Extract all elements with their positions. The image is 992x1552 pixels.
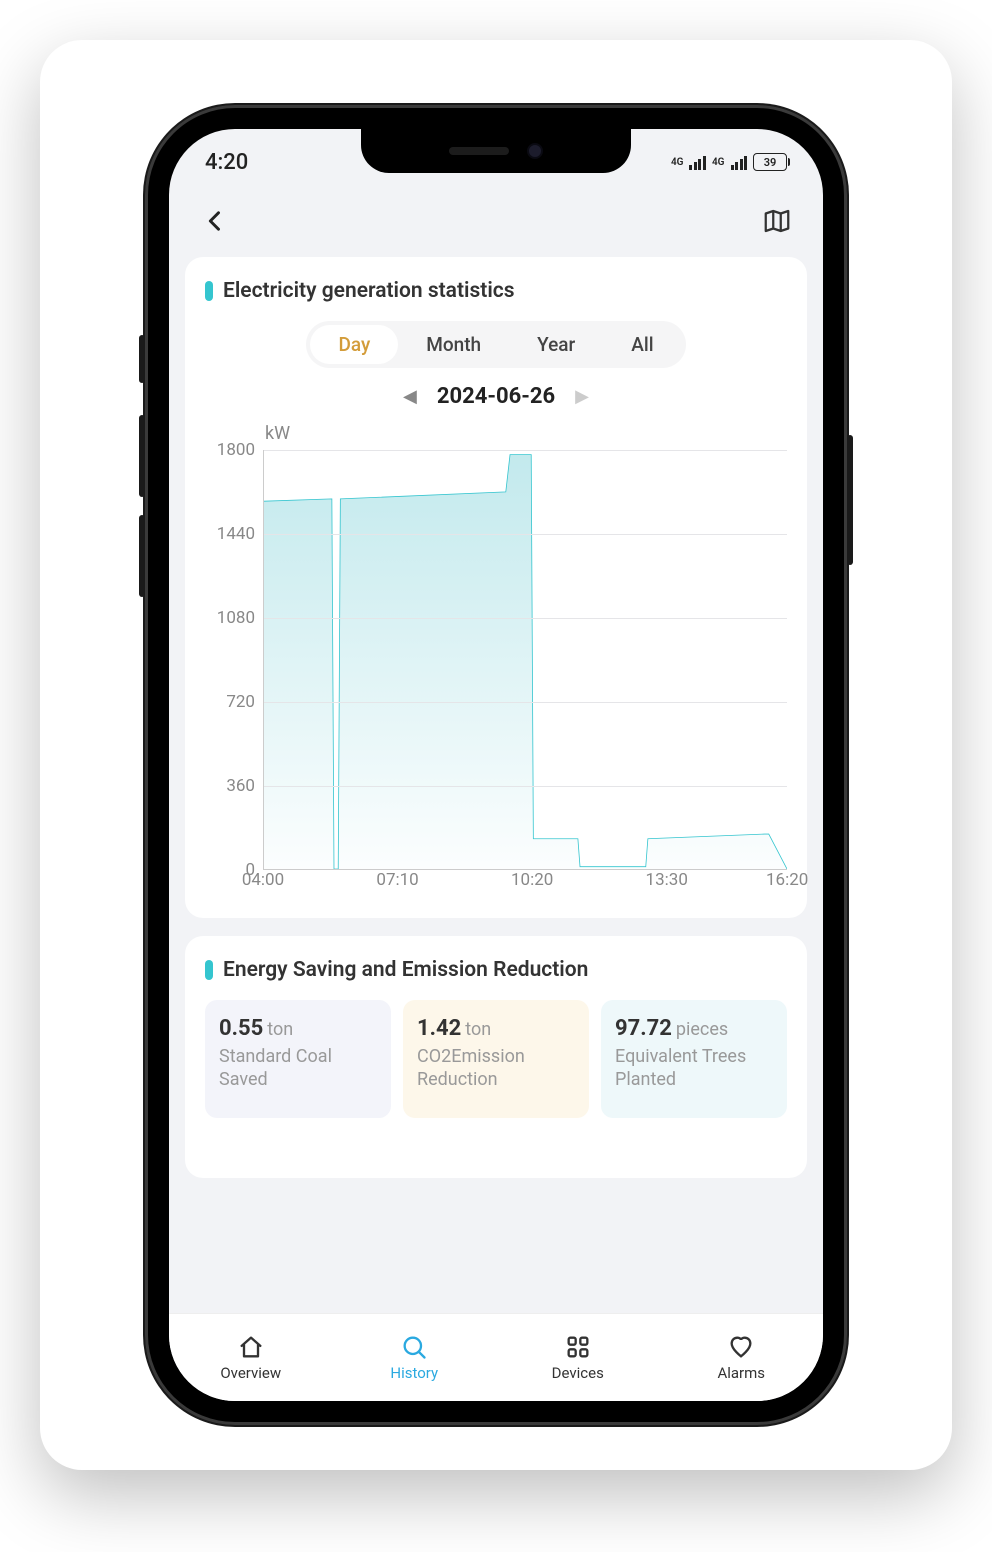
phone-screen: 4:20 4G 4G 39 bbox=[169, 129, 823, 1401]
grid-line bbox=[264, 702, 787, 703]
grid-line bbox=[264, 450, 787, 451]
date-prev[interactable]: ◀ bbox=[403, 386, 417, 407]
plot-area[interactable] bbox=[263, 450, 787, 870]
status-right: 4G 4G 39 bbox=[671, 153, 787, 171]
tab-label: Alarms bbox=[717, 1364, 765, 1382]
grid-line bbox=[264, 534, 787, 535]
date-selector: ◀ 2024-06-26 ▶ bbox=[205, 384, 787, 409]
tab-label: History bbox=[390, 1364, 438, 1382]
stat-label: Equivalent Trees Planted bbox=[615, 1045, 773, 1092]
period-segmented: DayMonthYearAll bbox=[306, 321, 685, 368]
phone-frame: 4:20 4G 4G 39 bbox=[145, 105, 847, 1425]
generation-card: Electricity generation statistics DayMon… bbox=[185, 257, 807, 918]
stat-value: 0.55 bbox=[219, 1016, 263, 1041]
card-title-row-2: Energy Saving and Emission Reduction bbox=[205, 958, 787, 982]
y-tick: 1080 bbox=[217, 608, 255, 628]
map-button[interactable] bbox=[755, 199, 799, 243]
stat-card: 97.72pieces Equivalent Trees Planted bbox=[601, 1000, 787, 1118]
mute-switch bbox=[139, 335, 145, 383]
stat-unit: ton bbox=[267, 1019, 293, 1040]
stats-row: 0.55tonStandard Coal Saved1.42tonCO2Emis… bbox=[205, 1000, 787, 1118]
date-next[interactable]: ▶ bbox=[575, 386, 589, 407]
y-tick: 1800 bbox=[217, 440, 255, 460]
notch bbox=[361, 129, 631, 173]
grid-line bbox=[264, 618, 787, 619]
tab-overview[interactable]: Overview bbox=[169, 1314, 333, 1401]
volume-down bbox=[139, 515, 145, 597]
y-tick: 720 bbox=[226, 692, 255, 712]
y-tick: 360 bbox=[226, 776, 255, 796]
date-value[interactable]: 2024-06-26 bbox=[437, 384, 555, 409]
card-title-row: Electricity generation statistics bbox=[205, 279, 787, 303]
tab-devices[interactable]: Devices bbox=[496, 1314, 660, 1401]
seg-month[interactable]: Month bbox=[398, 325, 509, 364]
y-tick: 1440 bbox=[217, 524, 255, 544]
search-icon bbox=[400, 1333, 428, 1361]
signal-bars-2-icon bbox=[731, 154, 748, 170]
chevron-left-icon bbox=[201, 207, 229, 235]
x-tick: 07:10 bbox=[376, 870, 418, 890]
battery-icon: 39 bbox=[753, 153, 787, 171]
stat-card: 1.42ton CO2Emission Reduction bbox=[403, 1000, 589, 1118]
x-tick: 13:30 bbox=[646, 870, 688, 890]
generation-title: Electricity generation statistics bbox=[223, 279, 515, 303]
tab-alarms[interactable]: Alarms bbox=[660, 1314, 824, 1401]
seg-year[interactable]: Year bbox=[509, 325, 603, 364]
plot-svg bbox=[264, 450, 787, 869]
signal-bars-icon bbox=[689, 154, 706, 170]
heart-icon bbox=[727, 1333, 755, 1361]
stat-value: 97.72 bbox=[615, 1016, 672, 1041]
stat-label: Standard Coal Saved bbox=[219, 1045, 377, 1092]
home-icon bbox=[237, 1333, 265, 1361]
tab-bar: Overview History Devices Alarms bbox=[169, 1313, 823, 1401]
volume-up bbox=[139, 415, 145, 497]
emission-card: Energy Saving and Emission Reduction 0.5… bbox=[185, 936, 807, 1178]
back-button[interactable] bbox=[193, 199, 237, 243]
x-tick: 04:00 bbox=[242, 870, 284, 890]
x-tick: 16:20 bbox=[766, 870, 808, 890]
grid-icon bbox=[564, 1333, 592, 1361]
tab-label: Devices bbox=[552, 1364, 604, 1382]
tab-history[interactable]: History bbox=[333, 1314, 497, 1401]
emission-title: Energy Saving and Emission Reduction bbox=[223, 958, 588, 982]
stat-card: 0.55ton Standard Coal Saved bbox=[205, 1000, 391, 1118]
y-axis-unit: kW bbox=[265, 423, 787, 444]
nav-bar bbox=[169, 185, 823, 257]
seg-all[interactable]: All bbox=[603, 325, 681, 364]
title-accent-icon-2 bbox=[205, 960, 213, 980]
stat-unit: ton bbox=[465, 1019, 491, 1040]
stat-unit: pieces bbox=[676, 1019, 728, 1040]
grid-line bbox=[264, 786, 787, 787]
title-accent-icon bbox=[205, 281, 213, 301]
y-axis: 0360720108014401800 bbox=[205, 450, 263, 870]
power-button bbox=[847, 435, 853, 565]
x-axis: 04:0007:1010:2013:3016:20 bbox=[263, 870, 787, 896]
seg-day[interactable]: Day bbox=[310, 325, 398, 364]
net-label: 4G bbox=[671, 157, 684, 168]
outer-card: 4:20 4G 4G 39 bbox=[40, 40, 952, 1470]
chart: kW 0360720108014401800 04:0007:1010:2013… bbox=[205, 423, 787, 896]
stat-value: 1.42 bbox=[417, 1016, 461, 1041]
stat-label: CO2Emission Reduction bbox=[417, 1045, 575, 1092]
status-time: 4:20 bbox=[205, 150, 248, 175]
content-scroll[interactable]: Electricity generation statistics DayMon… bbox=[169, 257, 823, 1313]
tab-label: Overview bbox=[220, 1364, 281, 1382]
map-icon bbox=[762, 206, 792, 236]
x-tick: 10:20 bbox=[511, 870, 553, 890]
net-label-2: 4G bbox=[712, 157, 725, 168]
